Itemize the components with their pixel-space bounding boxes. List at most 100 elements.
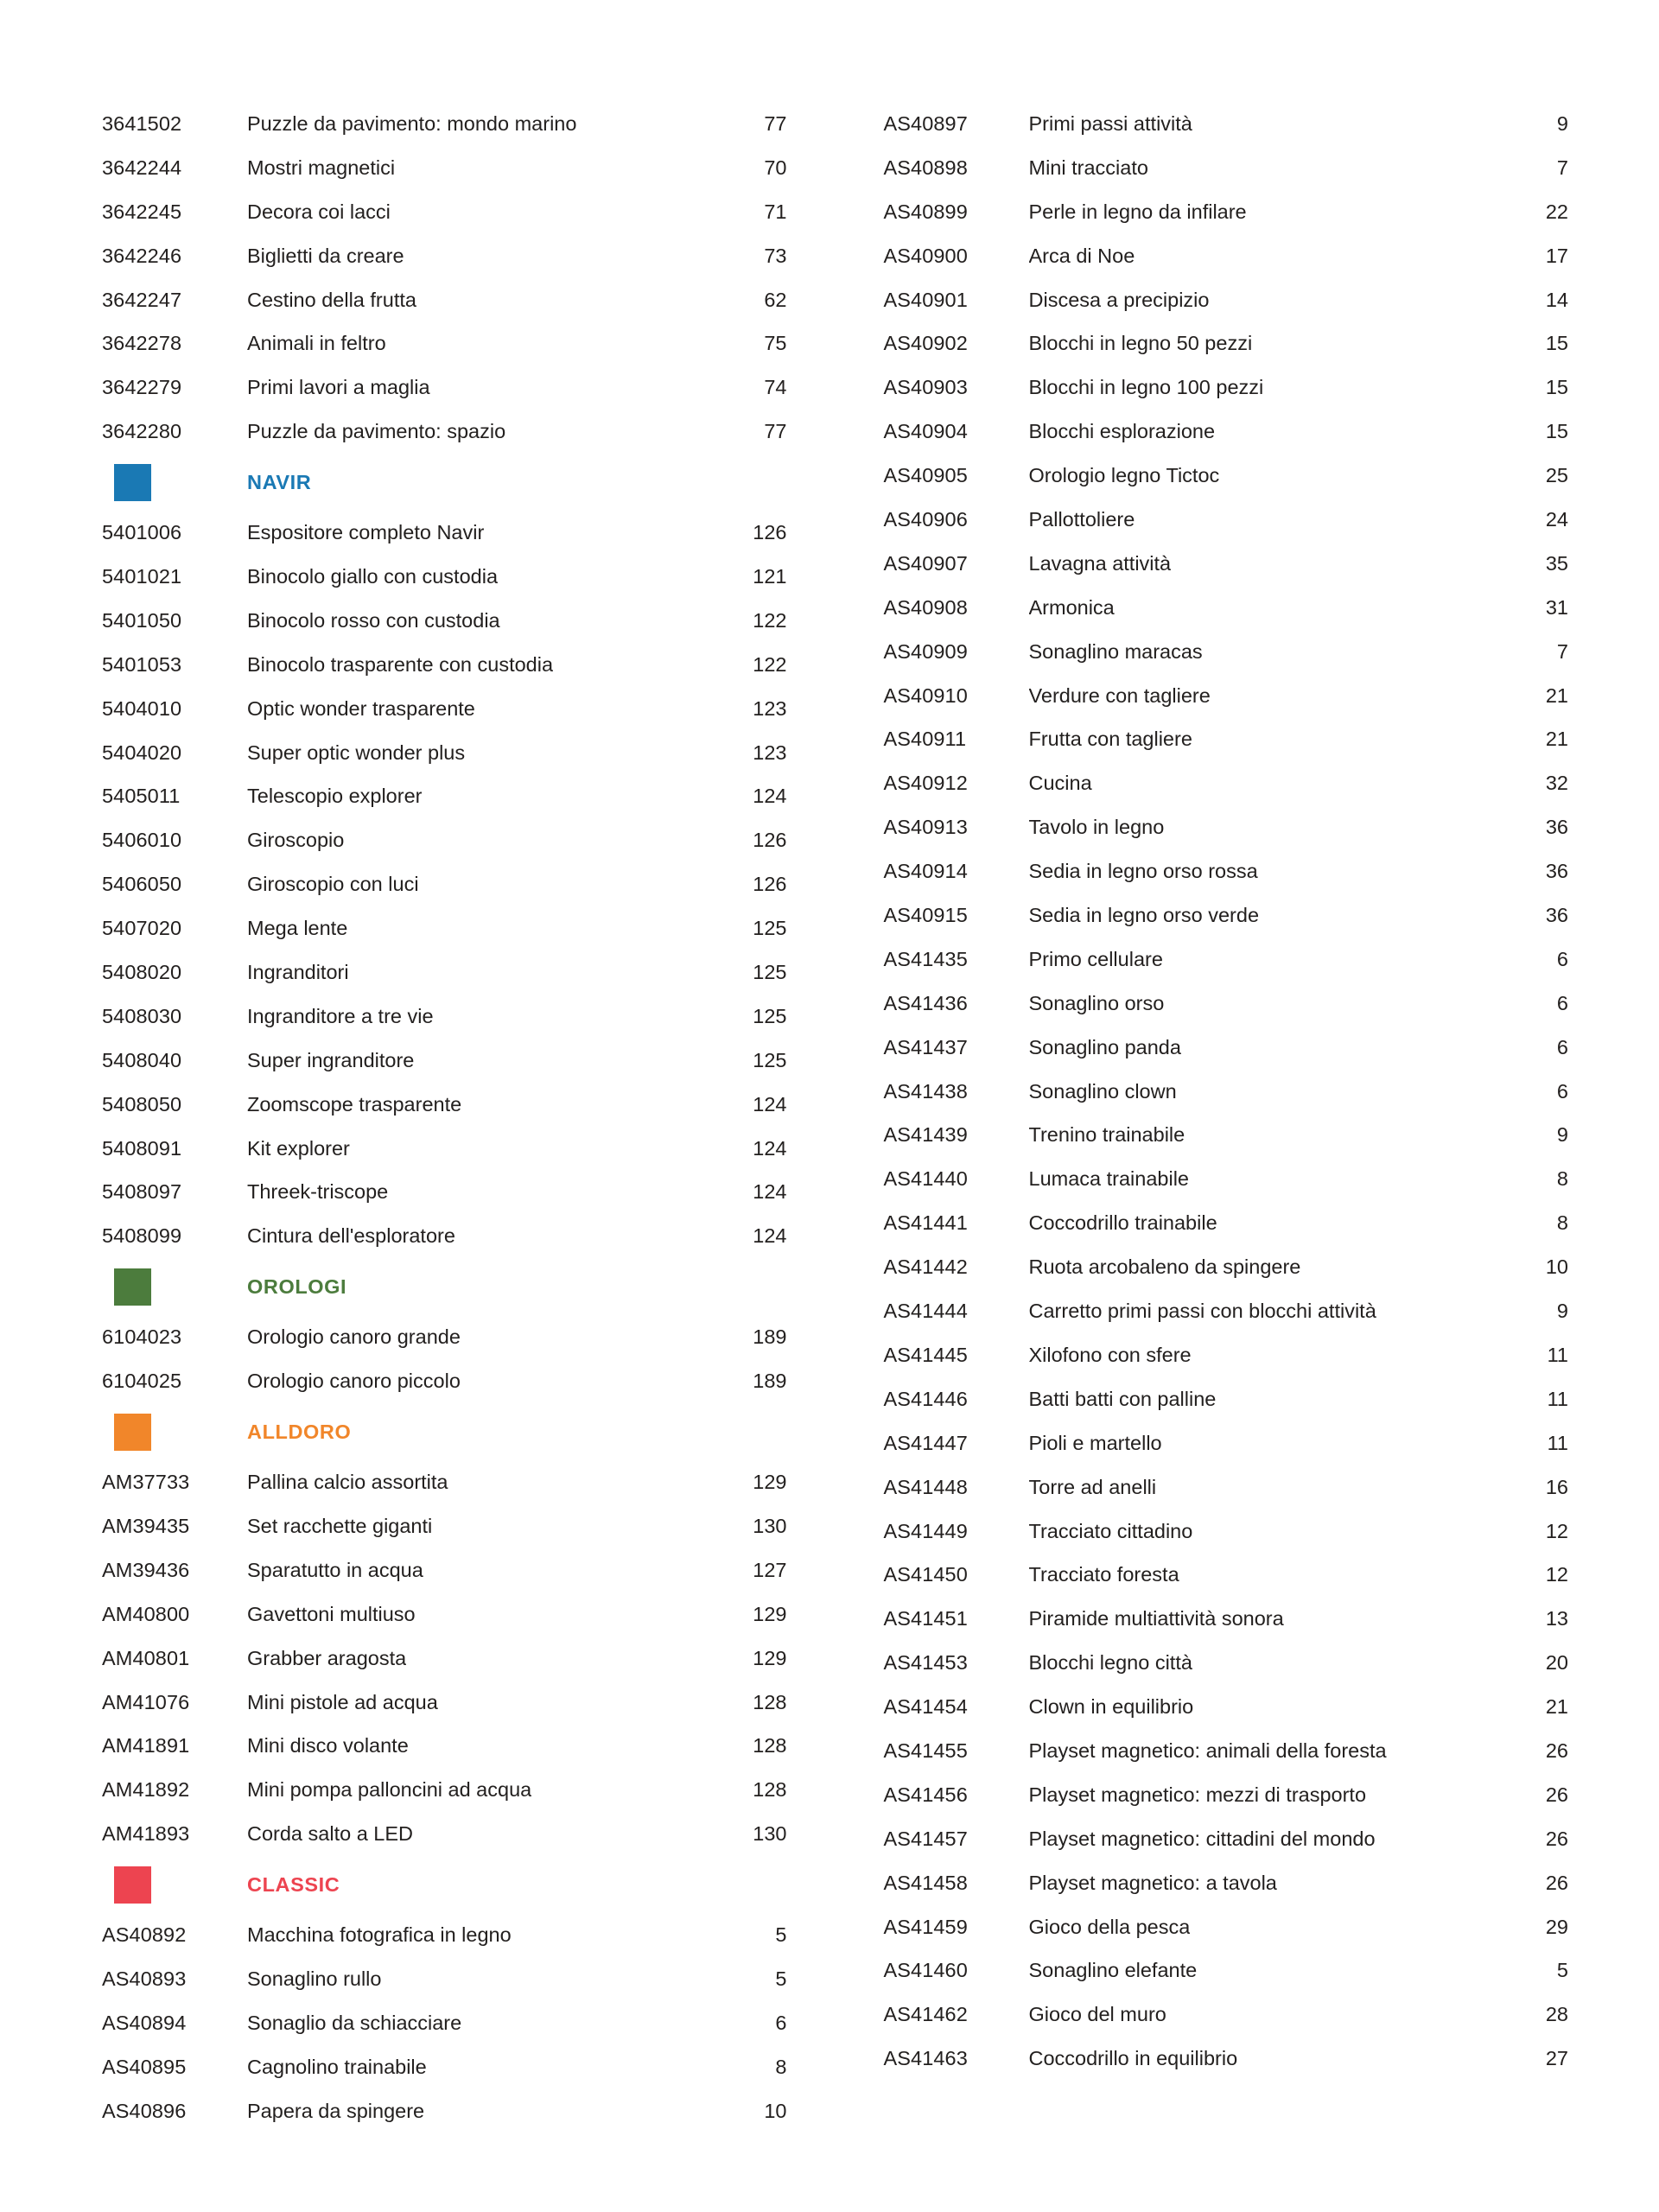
index-entry-row[interactable]: 5407020 Mega lente 125 [102, 906, 787, 950]
index-entry-row[interactable]: 5405011 Telescopio explorer 124 [102, 774, 787, 818]
index-entry-row[interactable]: AS40900 Arca di Noe 17 [884, 234, 1569, 278]
index-entry-row[interactable]: 5406050 Giroscopio con luci 126 [102, 862, 787, 906]
index-entry-row[interactable]: 6104023 Orologio canoro grande 189 [102, 1315, 787, 1359]
index-entry-row[interactable]: 3642278 Animali in feltro 75 [102, 321, 787, 365]
index-entry-row[interactable]: 5401050 Binocolo rosso con custodia 122 [102, 599, 787, 643]
index-entry-row[interactable]: AS40913 Tavolo in legno 36 [884, 805, 1569, 849]
index-entry-row[interactable]: AS41462 Gioco del muro 28 [884, 1993, 1569, 2037]
index-entry-row[interactable]: AS40911 Frutta con tagliere 21 [884, 717, 1569, 761]
index-entry-row[interactable]: AS41458 Playset magnetico: a tavola 26 [884, 1861, 1569, 1905]
index-entry-row[interactable]: 5408030 Ingranditore a tre vie 125 [102, 995, 787, 1039]
index-entry-row[interactable]: 5408020 Ingranditori 125 [102, 950, 787, 995]
product-name: Tracciato cittadino [1028, 1519, 1193, 1542]
index-entry-row[interactable]: AS41440 Lumaca trainabile 8 [884, 1157, 1569, 1201]
index-entry-row[interactable]: AM40800 Gavettoni multiuso 129 [102, 1592, 787, 1637]
index-entry-row[interactable]: AS41445 Xilofono con sfere 11 [884, 1333, 1569, 1377]
index-entry-row[interactable]: AS40915 Sedia in legno orso verde 36 [884, 893, 1569, 938]
index-entry-row[interactable]: 3642280 Puzzle da pavimento: spazio 77 [102, 410, 787, 454]
index-entry-row[interactable]: 3641502 Puzzle da pavimento: mondo marino… [102, 102, 787, 146]
index-entry-row[interactable]: AS41436 Sonaglino orso 6 [884, 982, 1569, 1026]
index-entry-row[interactable]: 5406010 Giroscopio 126 [102, 818, 787, 862]
product-code: AS41446 [883, 1387, 968, 1410]
index-entry-row[interactable]: 3642246 Biglietti da creare 73 [102, 234, 787, 278]
index-entry-row[interactable]: AS41454 Clown in equilibrio 21 [884, 1685, 1569, 1729]
dot-leader [416, 1620, 752, 1621]
index-entry-row[interactable]: AM40801 Grabber aragosta 129 [102, 1637, 787, 1681]
index-entry-row[interactable]: 5408091 Kit explorer 124 [102, 1127, 787, 1171]
index-entry-row[interactable]: AS40904 Blocchi esplorazione 15 [884, 410, 1569, 454]
index-entry-row[interactable]: 5401021 Binocolo giallo con custodia 121 [102, 555, 787, 599]
index-entry-row[interactable]: AS41460 Sonaglino elefante 5 [884, 1948, 1569, 1993]
index-entry-row[interactable]: AS40908 Armonica 31 [884, 586, 1569, 630]
index-entry-row[interactable]: AS41448 Torre ad anelli 16 [884, 1465, 1569, 1510]
index-entry-row[interactable]: AM41893 Corda salto a LED 130 [102, 1812, 787, 1856]
index-entry-row[interactable]: AS40899 Perle in legno da infilare 22 [884, 190, 1569, 234]
index-entry-row[interactable]: AS40895 Cagnolino trainabile 8 [102, 2045, 787, 2089]
index-entry-row[interactable]: AS40910 Verdure con tagliere 21 [884, 674, 1569, 718]
index-entry-row[interactable]: AS41449 Tracciato cittadino 12 [884, 1510, 1569, 1554]
entry-name-and-leader: Binocolo giallo con custodia [247, 555, 752, 599]
index-entry-row[interactable]: AS41457 Playset magnetico: cittadini del … [884, 1817, 1569, 1861]
index-entry-row[interactable]: AS40894 Sonaglio da schiacciare 6 [102, 2001, 787, 2045]
product-name: Kit explorer [247, 1136, 350, 1160]
index-entry-row[interactable]: AM41891 Mini disco volante 128 [102, 1724, 787, 1768]
index-entry-row[interactable]: 5404020 Super optic wonder plus 123 [102, 731, 787, 775]
index-entry-row[interactable]: AS40898 Mini tracciato 7 [884, 146, 1569, 190]
index-entry-row[interactable]: 3642244 Mostri magnetici 70 [102, 146, 787, 190]
index-entry-row[interactable]: 3642245 Decora coi lacci 71 [102, 190, 787, 234]
index-entry-row[interactable]: AS41435 Primo cellulare 6 [884, 938, 1569, 982]
brand-name-label: OROLOGI [247, 1274, 347, 1298]
index-entry-row[interactable]: AS40903 Blocchi in legno 100 pezzi 15 [884, 365, 1569, 410]
index-entry-row[interactable]: AS41463 Coccodrillo in equilibrio 27 [884, 2037, 1569, 2081]
index-entry-row[interactable]: AM37733 Pallina calcio assortita 129 [102, 1460, 787, 1504]
index-entry-row[interactable]: AS41437 Sonaglino panda 6 [884, 1026, 1569, 1070]
entry-name-and-leader: Batti batti con palline [1029, 1377, 1547, 1421]
index-entry-row[interactable]: AS41447 Pioli e martello 11 [884, 1421, 1569, 1465]
index-entry-row[interactable]: 5401053 Binocolo trasparente con custodia… [102, 643, 787, 687]
index-entry-row[interactable]: AS41459 Gioco della pesca 29 [884, 1905, 1569, 1949]
index-entry-row[interactable]: 3642247 Cestino della frutta 62 [102, 278, 787, 322]
index-entry-row[interactable]: AS41455 Playset magnetico: animali della … [884, 1729, 1569, 1773]
entry-name-and-leader: Set racchette giganti [247, 1504, 752, 1548]
index-entry-row[interactable]: AS41438 Sonaglino clown 6 [884, 1070, 1569, 1114]
index-entry-row[interactable]: AS41444 Carretto primi passi con blocchi … [884, 1289, 1569, 1333]
index-entry-row[interactable]: AM39435 Set racchette giganti 130 [102, 1504, 787, 1548]
index-entry-row[interactable]: AS40906 Pallottoliere 24 [884, 498, 1569, 542]
index-entry-row[interactable]: 5408050 Zoomscope trasparente 124 [102, 1083, 787, 1127]
index-entry-row[interactable]: AS40907 Lavagna attività 35 [884, 542, 1569, 586]
index-entry-row[interactable]: AS41451 Piramide multiattività sonora 13 [884, 1597, 1569, 1641]
index-entry-row[interactable]: AS40901 Discesa a precipizio 14 [884, 278, 1569, 322]
product-code: AS41449 [883, 1519, 968, 1542]
index-entry-row[interactable]: AS41442 Ruota arcobaleno da spingere 10 [884, 1245, 1569, 1289]
index-entry-row[interactable]: 5401006 Espositore completo Navir 126 [102, 511, 787, 555]
index-entry-row[interactable]: AS41446 Batti batti con palline 11 [884, 1377, 1569, 1421]
index-entry-row[interactable]: AS40902 Blocchi in legno 50 pezzi 15 [884, 321, 1569, 365]
index-entry-row[interactable]: AM39436 Sparatutto in acqua 127 [102, 1548, 787, 1592]
index-entry-row[interactable]: AS40897 Primi passi attività 9 [884, 102, 1569, 146]
entry-name-and-leader: Grabber aragosta [247, 1637, 752, 1681]
index-entry-row[interactable]: AS40912 Cucina 32 [884, 761, 1569, 805]
index-entry-row[interactable]: 6104025 Orologio canoro piccolo 189 [102, 1359, 787, 1403]
index-entry-row[interactable]: 3642279 Primi lavori a maglia 74 [102, 365, 787, 410]
index-entry-row[interactable]: AM41892 Mini pompa palloncini ad acqua 12… [102, 1768, 787, 1812]
index-entry-row[interactable]: 5408097 Threek-triscope 124 [102, 1170, 787, 1214]
index-entry-row[interactable]: AM41076 Mini pistole ad acqua 128 [102, 1681, 787, 1725]
index-entry-row[interactable]: 5408099 Cintura dell'esploratore 124 [102, 1214, 787, 1258]
index-entry-row[interactable]: AS41453 Blocchi legno città 20 [884, 1641, 1569, 1685]
product-name: Arca di Noe [1028, 244, 1135, 267]
index-entry-row[interactable]: 5408040 Super ingranditore 125 [102, 1039, 787, 1083]
index-entry-row[interactable]: 5404010 Optic wonder trasparente 123 [102, 687, 787, 731]
index-entry-row[interactable]: AS40896 Papera da spingere 10 [102, 2089, 787, 2133]
index-entry-row[interactable]: AS41450 Tracciato foresta 12 [884, 1553, 1569, 1597]
index-entry-row[interactable]: AS40893 Sonaglino rullo 5 [102, 1957, 787, 2001]
index-entry-row[interactable]: AS40892 Macchina fotografica in legno 5 [102, 1913, 787, 1957]
index-entry-row[interactable]: AS40909 Sonaglino maracas 7 [884, 630, 1569, 674]
entry-name-and-leader: Clown in equilibrio [1029, 1685, 1545, 1729]
index-entry-row[interactable]: AS41456 Playset magnetico: mezzi di trasp… [884, 1773, 1569, 1817]
index-entry-row[interactable]: AS40914 Sedia in legno orso rossa 36 [884, 849, 1569, 893]
index-entry-row[interactable]: AS40905 Orologio legno Tictoc 25 [884, 454, 1569, 498]
product-name: Frutta con tagliere [1028, 728, 1192, 751]
index-entry-row[interactable]: AS41441 Coccodrillo trainabile 8 [884, 1201, 1569, 1245]
product-code: AS40895 [102, 2055, 187, 2078]
index-entry-row[interactable]: AS41439 Trenino trainabile 9 [884, 1113, 1569, 1157]
